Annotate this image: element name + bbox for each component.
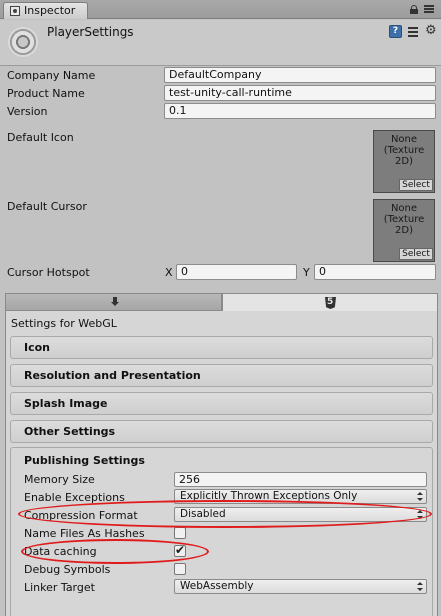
company-name-field[interactable]: DefaultCompany <box>164 67 436 83</box>
data-caching-checkbox[interactable] <box>174 543 186 557</box>
tab-webgl[interactable] <box>222 293 438 311</box>
tab-inspector[interactable]: Inspector <box>3 2 88 19</box>
cursor-hotspot-label: Cursor Hotspot <box>7 266 90 279</box>
section-other-settings[interactable]: Other Settings <box>10 420 433 443</box>
enable-exceptions-dropdown[interactable]: Explicitly Thrown Exceptions Only <box>174 489 427 504</box>
default-cursor-select-button[interactable]: Select <box>399 248 433 260</box>
section-splash-image[interactable]: Splash Image <box>10 392 433 415</box>
debug-symbols-checkbox[interactable] <box>174 563 186 575</box>
download-icon <box>111 297 119 307</box>
page-title: PlayerSettings <box>47 25 134 39</box>
debug-symbols-label: Debug Symbols <box>24 563 111 576</box>
tab-inspector-label: Inspector <box>24 4 76 17</box>
default-cursor-none-text: None <box>390 203 418 214</box>
compression-format-label: Compression Format <box>24 509 138 522</box>
enable-exceptions-label: Enable Exceptions <box>24 491 125 504</box>
webgl-settings-panel: Settings for WebGL Icon Resolution and P… <box>5 311 438 616</box>
product-name-field[interactable]: test-unity-call-runtime <box>164 85 436 101</box>
window-tab-bar: Inspector <box>0 0 441 19</box>
hotspot-x-label: X <box>165 266 173 279</box>
inspector-icon <box>10 6 20 16</box>
default-cursor-slot[interactable]: None (Texture 2D) Select <box>373 199 435 262</box>
linker-target-value: WebAssembly <box>180 580 254 592</box>
help-icon[interactable]: ? <box>389 25 402 38</box>
chevron-updown-icon <box>417 510 423 520</box>
name-files-as-hashes-checkbox[interactable] <box>174 527 186 539</box>
default-cursor-label: Default Cursor <box>7 200 87 213</box>
version-field[interactable]: 0.1 <box>164 103 436 119</box>
data-caching-label: Data caching <box>24 545 97 558</box>
hotspot-y-field[interactable]: 0 <box>314 264 436 280</box>
tab-menu-icon[interactable] <box>424 5 434 14</box>
memory-size-field[interactable]: 256 <box>174 472 427 487</box>
chevron-updown-icon <box>417 492 423 502</box>
settings-menu-icon[interactable] <box>425 23 438 38</box>
linker-target-dropdown[interactable]: WebAssembly <box>174 579 427 594</box>
platform-tabs <box>5 293 438 311</box>
preset-icon[interactable] <box>407 25 420 38</box>
inspector-header: PlayerSettings ? <box>0 20 441 66</box>
company-name-label: Company Name <box>7 69 96 82</box>
publishing-settings-title[interactable]: Publishing Settings <box>24 454 145 467</box>
default-icon-slot[interactable]: None (Texture 2D) Select <box>373 130 435 193</box>
hotspot-y-label: Y <box>303 266 310 279</box>
compression-format-value: Disabled <box>180 508 226 520</box>
version-label: Version <box>7 105 48 118</box>
default-cursor-type-text: (Texture 2D) <box>383 214 425 236</box>
memory-size-label: Memory Size <box>24 473 95 486</box>
chevron-updown-icon <box>417 582 423 592</box>
lock-icon[interactable] <box>410 5 418 14</box>
linker-target-label: Linker Target <box>24 581 95 594</box>
default-icon-type-text: (Texture 2D) <box>383 145 425 167</box>
hotspot-x-field[interactable]: 0 <box>176 264 297 280</box>
name-files-as-hashes-label: Name Files As Hashes <box>24 527 145 540</box>
default-icon-label: Default Icon <box>7 131 74 144</box>
default-icon-none-text: None <box>390 134 418 145</box>
publishing-settings-box: Publishing Settings Memory Size 256 Enab… <box>10 447 433 616</box>
enable-exceptions-value: Explicitly Thrown Exceptions Only <box>180 490 358 502</box>
section-resolution[interactable]: Resolution and Presentation <box>10 364 433 387</box>
tab-standalone[interactable] <box>5 293 222 311</box>
gear-icon <box>7 26 39 58</box>
settings-for-label: Settings for WebGL <box>11 317 117 330</box>
default-icon-select-button[interactable]: Select <box>399 179 433 191</box>
compression-format-dropdown[interactable]: Disabled <box>174 507 427 522</box>
product-name-label: Product Name <box>7 87 85 100</box>
section-icon[interactable]: Icon <box>10 336 433 359</box>
html5-icon <box>325 297 336 309</box>
